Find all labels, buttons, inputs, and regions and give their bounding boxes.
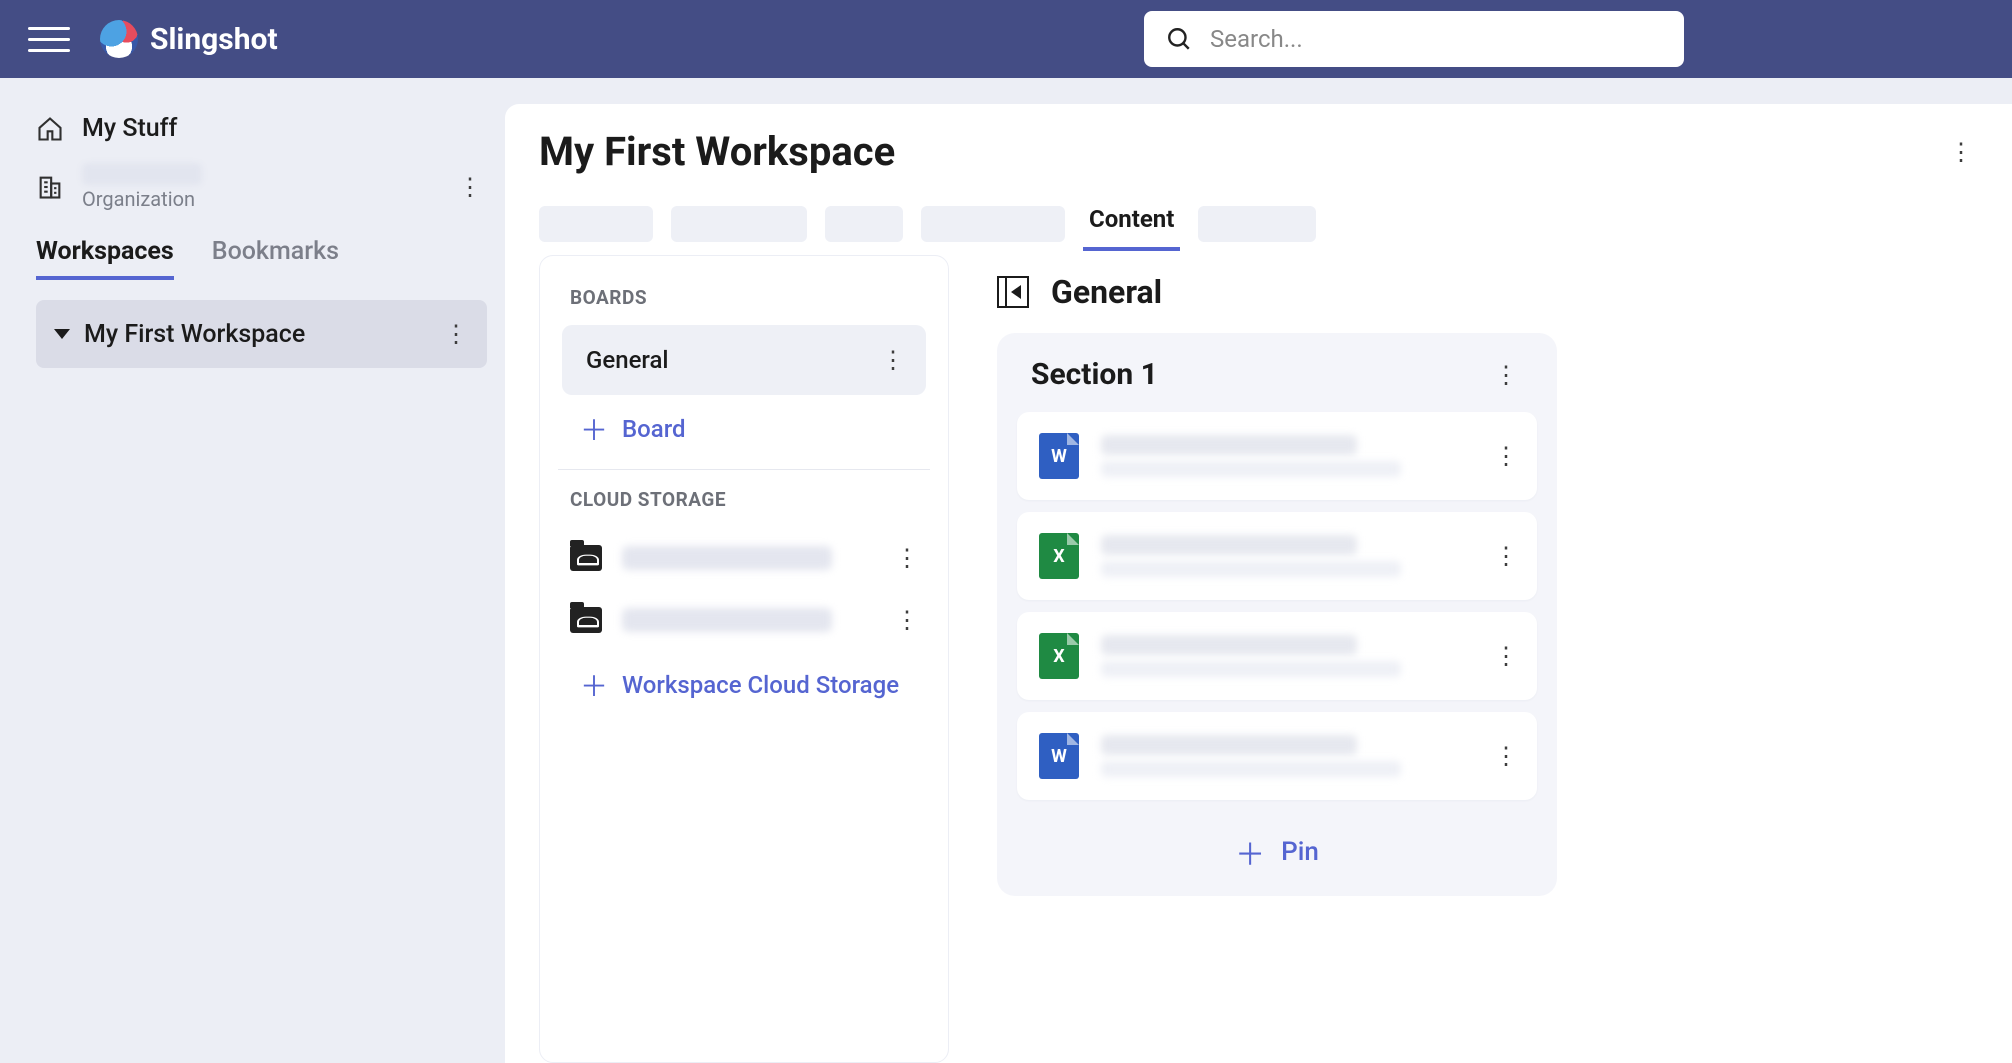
file-more-button[interactable]: ⋮ — [1489, 639, 1523, 673]
my-stuff-nav[interactable]: My Stuff — [36, 100, 487, 157]
app-logo[interactable]: Slingshot — [100, 20, 278, 58]
board-item-label: General — [586, 346, 669, 374]
section-title: Section 1 — [1031, 357, 1158, 392]
file-more-button[interactable]: ⋮ — [1489, 739, 1523, 773]
file-text — [1101, 535, 1467, 577]
add-board-label: Board — [622, 415, 686, 443]
workspace-item[interactable]: My First Workspace ⋮ — [36, 300, 487, 368]
organization-more-button[interactable]: ⋮ — [453, 170, 487, 204]
file-card[interactable]: W⋮ — [1017, 712, 1537, 800]
file-card[interactable]: W⋮ — [1017, 412, 1537, 500]
word-file-icon: W — [1039, 433, 1079, 479]
file-name-redacted — [1101, 435, 1357, 455]
main-panel: My First Workspace ⋮ Content BOARDS Gene… — [505, 104, 2012, 1063]
add-cloud-storage-label: Workspace Cloud Storage — [622, 671, 899, 699]
top-bar: Slingshot — [0, 0, 2012, 78]
sidebar-tabs: Workspaces Bookmarks — [36, 237, 487, 280]
caret-down-icon — [54, 329, 70, 339]
file-meta-redacted — [1101, 561, 1401, 577]
plus-icon: ＋ — [580, 665, 606, 705]
plus-icon: ＋ — [580, 409, 606, 449]
cloud-storage-more-button[interactable]: ⋮ — [890, 603, 924, 637]
board-more-button[interactable]: ⋮ — [876, 343, 910, 377]
file-meta-redacted — [1101, 661, 1401, 677]
cloud-folder-icon — [570, 607, 602, 633]
boards-section-header: BOARDS — [570, 286, 926, 309]
excel-file-icon: X — [1039, 633, 1079, 679]
add-cloud-storage-button[interactable]: ＋ Workspace Cloud Storage — [562, 651, 926, 723]
workspace-header-more-button[interactable]: ⋮ — [1944, 135, 1978, 169]
cloud-storage-name-redacted — [622, 608, 832, 632]
file-more-button[interactable]: ⋮ — [1489, 439, 1523, 473]
word-file-icon: W — [1039, 733, 1079, 779]
my-stuff-label: My Stuff — [82, 114, 177, 143]
tab-placeholder[interactable] — [1198, 206, 1316, 242]
cloud-storage-name-redacted — [622, 546, 832, 570]
app-name: Slingshot — [150, 22, 278, 57]
search-icon — [1166, 26, 1192, 52]
file-card[interactable]: X⋮ — [1017, 512, 1537, 600]
organization-sublabel: Organization — [82, 187, 202, 211]
file-name-redacted — [1101, 535, 1357, 555]
board-content-column: General Section 1 ⋮ W⋮X⋮X⋮W⋮ ＋ Pin — [975, 255, 1978, 1063]
building-icon — [36, 173, 64, 201]
tab-content[interactable]: Content — [1083, 201, 1180, 251]
search-input[interactable] — [1210, 25, 1662, 53]
section-more-button[interactable]: ⋮ — [1489, 358, 1523, 392]
search-box[interactable] — [1144, 11, 1684, 67]
workspace-item-label: My First Workspace — [84, 320, 305, 349]
board-item-general[interactable]: General ⋮ — [562, 325, 926, 395]
page-title: My First Workspace — [539, 128, 895, 175]
file-card[interactable]: X⋮ — [1017, 612, 1537, 700]
file-meta-redacted — [1101, 761, 1401, 777]
hamburger-menu-button[interactable] — [28, 18, 70, 60]
cloud-storage-section-header: CLOUD STORAGE — [570, 488, 926, 511]
file-text — [1101, 435, 1467, 477]
tab-workspaces[interactable]: Workspaces — [36, 237, 174, 280]
collapse-panel-icon[interactable] — [997, 276, 1029, 308]
section-card: Section 1 ⋮ W⋮X⋮X⋮W⋮ ＋ Pin — [997, 333, 1557, 896]
tab-bookmarks[interactable]: Bookmarks — [212, 237, 339, 280]
board-content-title: General — [1051, 273, 1162, 311]
file-text — [1101, 635, 1467, 677]
tab-placeholder[interactable] — [825, 206, 903, 242]
excel-file-icon: X — [1039, 533, 1079, 579]
cloud-folder-icon — [570, 545, 602, 571]
tab-placeholder[interactable] — [921, 206, 1065, 242]
file-meta-redacted — [1101, 461, 1401, 477]
main-tabs: Content — [539, 201, 1978, 247]
tab-placeholder[interactable] — [539, 206, 653, 242]
organization-nav[interactable]: Organization ⋮ — [36, 157, 487, 229]
file-name-redacted — [1101, 735, 1357, 755]
left-sidebar: My Stuff Organization ⋮ Workspaces Bookm… — [0, 78, 505, 1063]
file-text — [1101, 735, 1467, 777]
cloud-storage-more-button[interactable]: ⋮ — [890, 541, 924, 575]
tab-placeholder[interactable] — [671, 206, 807, 242]
file-name-redacted — [1101, 635, 1357, 655]
pin-label: Pin — [1281, 837, 1319, 867]
plus-icon: ＋ — [1235, 830, 1265, 874]
workspace-more-button[interactable]: ⋮ — [439, 317, 473, 351]
logo-icon — [100, 20, 138, 58]
cloud-storage-item[interactable]: ⋮ — [562, 527, 926, 589]
add-pin-button[interactable]: ＋ Pin — [1017, 812, 1537, 884]
home-icon — [36, 115, 64, 143]
organization-name-redacted — [82, 163, 202, 185]
file-more-button[interactable]: ⋮ — [1489, 539, 1523, 573]
divider — [558, 469, 930, 470]
boards-column: BOARDS General ⋮ ＋ Board CLOUD STORAGE ⋮ — [539, 255, 949, 1063]
cloud-storage-item[interactable]: ⋮ — [562, 589, 926, 651]
add-board-button[interactable]: ＋ Board — [562, 395, 926, 467]
